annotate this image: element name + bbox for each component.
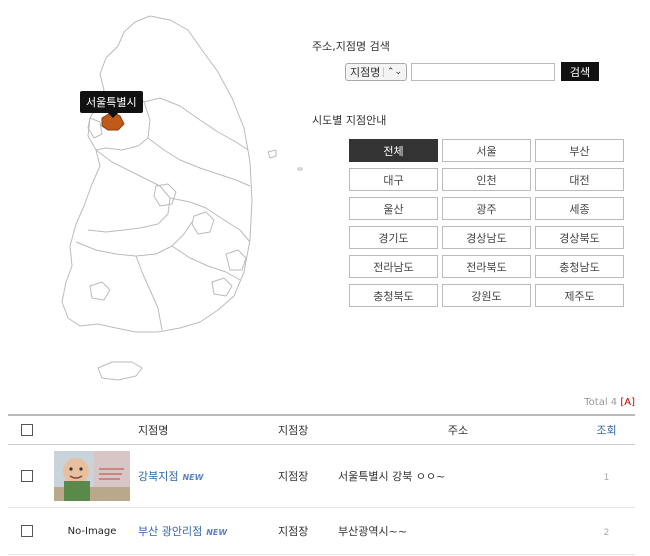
admin-link[interactable]: [A] (620, 397, 635, 408)
table-row: 강북지점 NEW 지점장 서울특별시 강북 ㅇㅇ~ 1 (8, 445, 635, 508)
branch-name-link[interactable]: 강북지점 (138, 470, 178, 483)
region-button[interactable]: 서울 (442, 139, 531, 162)
column-views[interactable]: 조회 (578, 422, 635, 438)
view-count: 2 (603, 527, 610, 538)
new-badge-icon: NEW (206, 528, 228, 537)
total-label: Total 4 (584, 397, 618, 408)
region-button[interactable]: 전체 (349, 139, 438, 162)
branch-address: 서울특별시 강북 ㅇㅇ~ (338, 470, 446, 483)
region-button[interactable]: 인천 (442, 168, 531, 191)
view-count: 1 (603, 472, 610, 483)
table-header: 지점명 지점장 주소 조회 (8, 414, 635, 445)
region-button[interactable]: 세종 (535, 197, 624, 220)
region-button[interactable]: 경상북도 (535, 226, 624, 249)
region-button[interactable]: 울산 (349, 197, 438, 220)
region-button[interactable]: 전라북도 (442, 255, 531, 278)
search-title: 주소,지점명 검색 (312, 40, 390, 53)
region-button[interactable]: 경기도 (349, 226, 438, 249)
seoul-tooltip: 서울특별시 (80, 91, 143, 118)
column-address: 주소 (447, 424, 469, 437)
region-button[interactable]: 제주도 (535, 284, 624, 307)
ulleungdo-island (267, 149, 277, 159)
region-button[interactable]: 부산 (535, 139, 624, 162)
region-button[interactable]: 광주 (442, 197, 531, 220)
search-row: 지점명 ⌃⌄ 검색 (345, 62, 599, 81)
korea-map[interactable] (40, 10, 310, 390)
jeju-island[interactable] (97, 361, 143, 381)
branch-address: 부산광역시~~ (338, 525, 408, 538)
table-row: No-Image 부산 광안리점 NEW 지점장 부산광역시~~ 2 (8, 508, 635, 555)
search-type-value: 지점명 (350, 65, 381, 79)
region-button[interactable]: 전라남도 (349, 255, 438, 278)
region-button[interactable]: 강원도 (442, 284, 531, 307)
column-manager: 지점장 (278, 424, 309, 437)
dokdo-island (297, 167, 303, 171)
region-button[interactable]: 충청남도 (535, 255, 624, 278)
row-checkbox[interactable] (21, 470, 33, 482)
row-checkbox[interactable] (21, 525, 33, 537)
new-badge-icon: NEW (182, 473, 204, 482)
region-title: 시도별 지점안내 (312, 114, 387, 127)
total-count: Total 4 [A] (584, 397, 635, 408)
region-button[interactable]: 대구 (349, 168, 438, 191)
search-input[interactable] (411, 62, 555, 81)
mainland-outline (61, 15, 253, 333)
branch-thumbnail-image[interactable] (54, 451, 130, 501)
region-grid: 전체 서울 부산대구 인천 대전울산 광주 세종경기도 경상남도 경상북도전라남도 전라북도 충청남… (349, 139, 624, 307)
search-button[interactable]: 검색 (561, 62, 599, 81)
region-button[interactable]: 충청북도 (349, 284, 438, 307)
no-image-label: No-Image (67, 525, 117, 537)
column-name: 지점명 (138, 424, 169, 437)
select-updown-icon: ⌃⌄ (382, 66, 402, 77)
branch-name-link[interactable]: 부산 광안리점 (138, 525, 202, 538)
region-button[interactable]: 경상남도 (442, 226, 531, 249)
branch-manager: 지점장 (278, 470, 309, 483)
region-button[interactable]: 대전 (535, 168, 624, 191)
branch-manager: 지점장 (278, 525, 309, 538)
select-all-checkbox[interactable] (21, 424, 33, 436)
branch-table: 지점명 지점장 주소 조회 강북지점 NEW 지점장 서울특별시 강북 ㅇㅇ~ … (8, 414, 635, 555)
search-type-select[interactable]: 지점명 ⌃⌄ (345, 62, 407, 81)
